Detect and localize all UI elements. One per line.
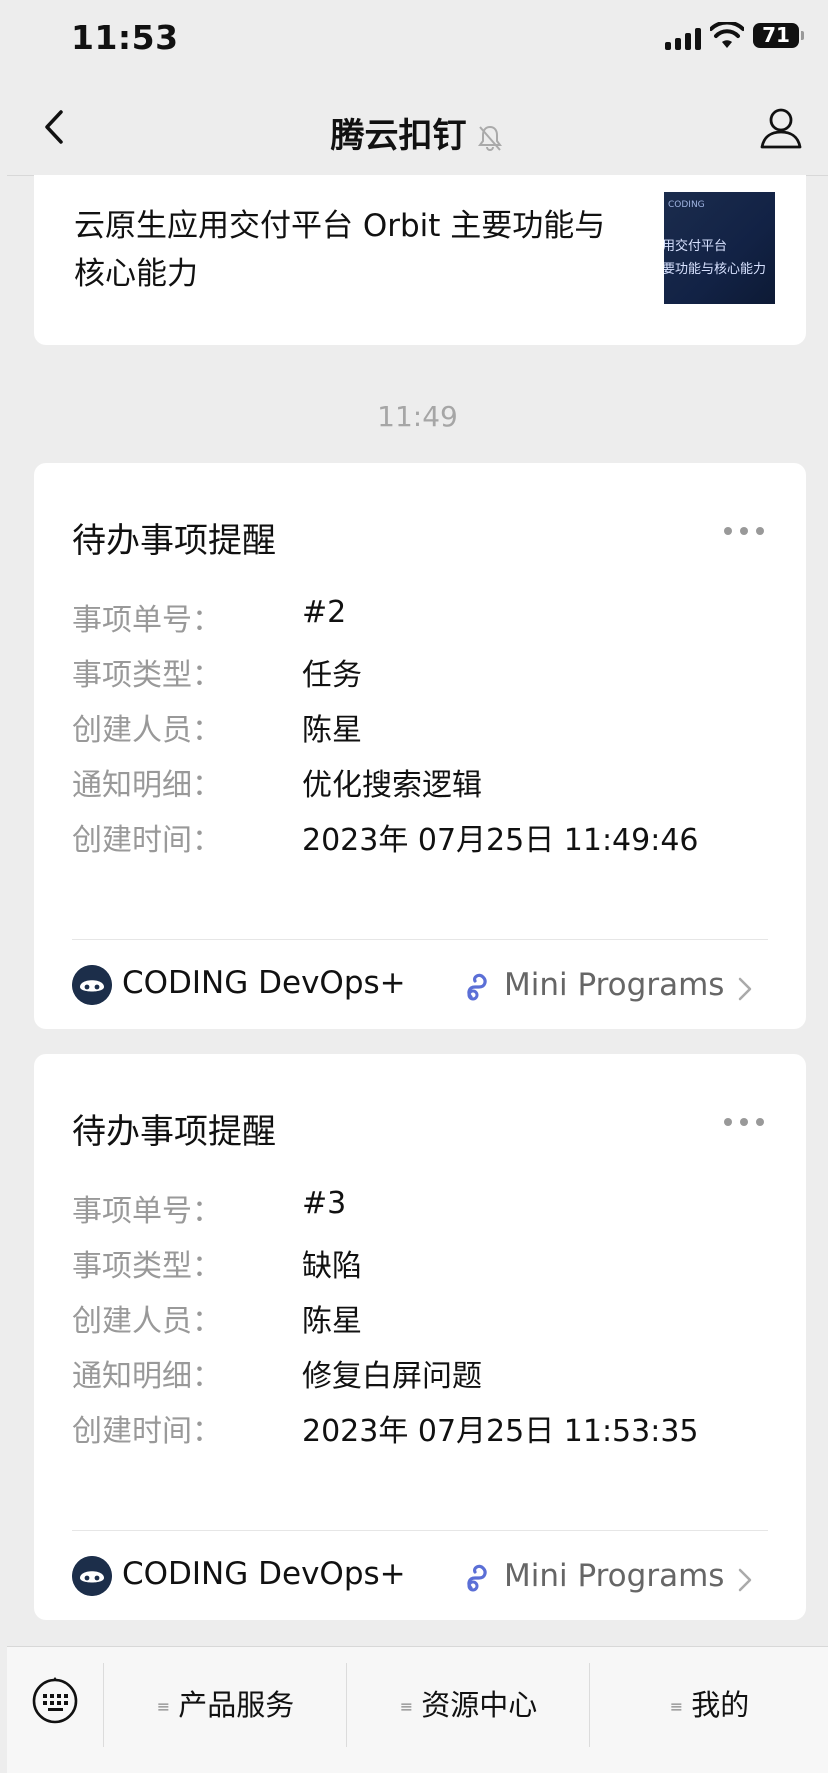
menu-item-product-services[interactable]: ≡ 产品服务 (103, 1663, 347, 1747)
mute-bell-icon (477, 125, 502, 151)
chat-screen: 11:53 71 腾云扣钉 云原生应用交付平台 Orbit 主要功能与核心能力 … (7, 0, 828, 1773)
coding-logo-icon (72, 1556, 112, 1596)
more-options-icon[interactable] (724, 1118, 764, 1128)
nav-bar: 腾云扣钉 (7, 80, 828, 176)
battery-icon: 71 (753, 23, 804, 48)
menu-icon: ≡ (669, 1697, 684, 1716)
card-footer[interactable]: CODING DevOps+ Mini Programs (72, 959, 768, 1011)
mini-programs-label: Mini Programs (504, 967, 725, 1003)
article-card[interactable]: 云原生应用交付平台 Orbit 主要功能与核心能力 CODING 用交付平台 要… (34, 175, 806, 345)
bottom-menu: ≡ 产品服务 ≡ 资源中心 ≡ 我的 (7, 1646, 828, 1773)
chevron-right-icon (738, 1568, 752, 1592)
menu-item-mine[interactable]: ≡ 我的 (589, 1663, 828, 1747)
todo-card[interactable]: 待办事项提醒 事项单号： #2 事项类型： 任务 创建人员： 陈星 通知明细： 优化搜索… (34, 463, 806, 1029)
divider (72, 1530, 768, 1531)
mini-program-icon (467, 973, 487, 1001)
menu-icon: ≡ (156, 1697, 171, 1716)
more-options-icon[interactable] (724, 527, 764, 537)
article-title: 云原生应用交付平台 Orbit 主要功能与核心能力 (74, 208, 606, 292)
app-name: CODING DevOps+ (122, 965, 406, 1001)
chat-title: 腾云扣钉 (7, 108, 828, 157)
status-time: 11:53 (71, 18, 179, 57)
status-bar: 11:53 71 (7, 0, 828, 80)
menu-icon: ≡ (399, 1697, 414, 1716)
todo-card[interactable]: 待办事项提醒 事项单号： #3 事项类型： 缺陷 创建人员： 陈星 通知明细： 修复白屏… (34, 1054, 806, 1620)
coding-logo-icon (72, 965, 112, 1005)
wifi-icon (710, 22, 744, 48)
profile-button[interactable] (759, 106, 803, 150)
card-title: 待办事项提醒 (72, 521, 276, 561)
keyboard-toggle-button[interactable] (31, 1677, 79, 1725)
time-separator: 11:49 (377, 400, 458, 433)
cellular-signal-icon (665, 28, 701, 50)
app-name: CODING DevOps+ (122, 1556, 406, 1592)
article-thumbnail: CODING 用交付平台 要功能与核心能力 (664, 192, 775, 304)
card-title: 待办事项提醒 (72, 1112, 276, 1152)
card-footer[interactable]: CODING DevOps+ Mini Programs (72, 1550, 768, 1602)
chat-title-text: 腾云扣钉 (330, 116, 467, 156)
mini-program-icon (467, 1564, 487, 1592)
mini-programs-label: Mini Programs (504, 1558, 725, 1594)
chevron-right-icon (738, 977, 752, 1001)
menu-item-resource-center[interactable]: ≡ 资源中心 (346, 1663, 590, 1747)
divider (72, 939, 768, 940)
